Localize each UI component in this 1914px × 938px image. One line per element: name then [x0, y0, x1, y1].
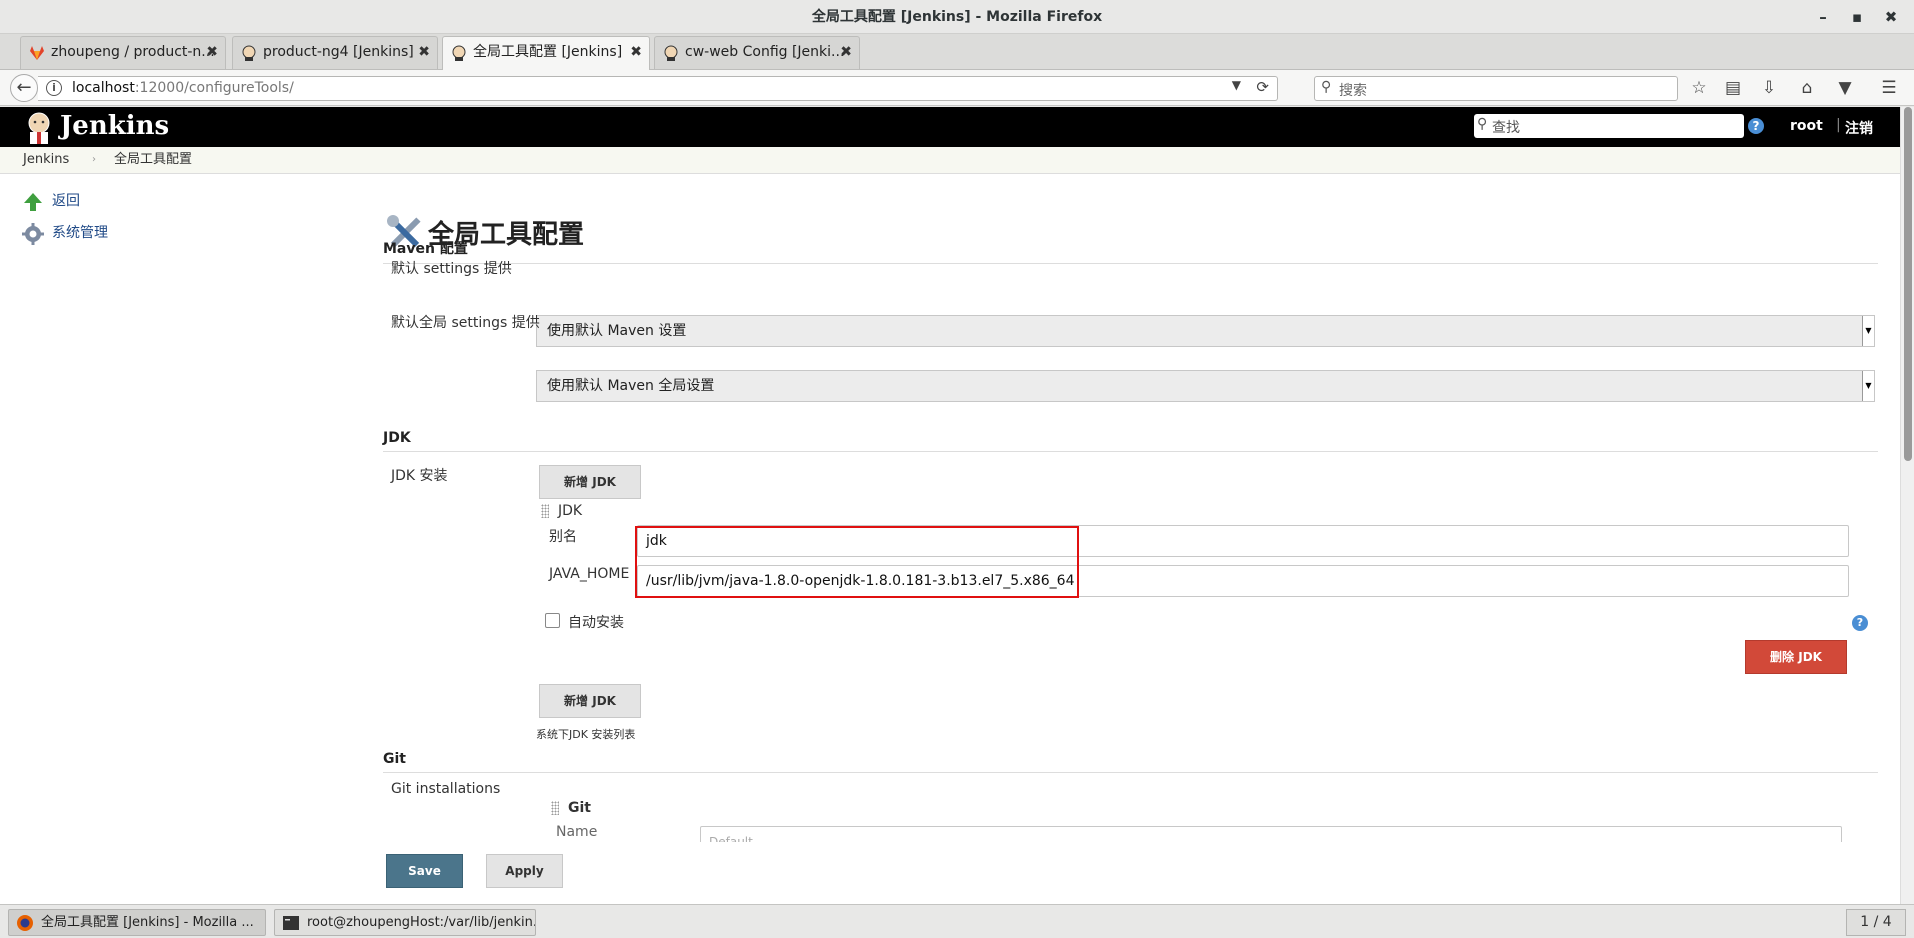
- header-separator: |: [1836, 117, 1841, 133]
- firefox-icon: [17, 915, 33, 931]
- back-button[interactable]: ←: [10, 74, 38, 102]
- search-icon: ⚲: [1477, 116, 1488, 132]
- jenkins-icon: [242, 45, 256, 61]
- maximize-button[interactable]: ▪: [1840, 0, 1874, 34]
- tab-close-icon[interactable]: ✖: [418, 37, 430, 67]
- reading-list-icon[interactable]: ▤: [1718, 74, 1748, 102]
- tab-close-icon[interactable]: ✖: [206, 37, 218, 67]
- jdk-install-label: JDK 安装: [391, 468, 448, 484]
- auto-install-checkbox[interactable]: [545, 613, 560, 628]
- taskbar-item-terminal[interactable]: root@zhoupengHost:/var/lib/jenkin...: [274, 909, 536, 936]
- alias-label: 别名: [549, 529, 577, 545]
- delete-jdk-button[interactable]: 删除 JDK: [1745, 640, 1847, 674]
- breadcrumb-current[interactable]: 全局工具配置: [114, 147, 192, 173]
- taskbar: 全局工具配置 [Jenkins] - Mozilla ... root@zhou…: [0, 904, 1914, 938]
- gear-icon: [22, 223, 44, 245]
- tab-label: zhoupeng / product-n...: [51, 44, 215, 60]
- tab-global-tool-config[interactable]: 全局工具配置 [Jenkins] ✖: [442, 36, 650, 70]
- taskbar-label: 全局工具配置 [Jenkins] - Mozilla ...: [41, 915, 254, 930]
- tab-gitlab[interactable]: zhoupeng / product-n... ✖: [20, 36, 226, 69]
- sidebar-item-back[interactable]: 返回: [22, 190, 80, 212]
- navigation-bar: ← i localhost:12000/configureTools/ ▼ ⟳ …: [0, 70, 1914, 106]
- gitlab-icon: [30, 46, 44, 60]
- auto-install-label: 自动安装: [568, 615, 624, 631]
- jdk-item-header: JDK: [558, 503, 583, 519]
- url-text[interactable]: localhost:12000/configureTools/: [72, 80, 294, 96]
- search-placeholder: 搜索: [1339, 83, 1367, 99]
- sidebar-item-manage[interactable]: 系统管理: [22, 222, 108, 245]
- form-button-bar: [370, 842, 1900, 904]
- tab-close-icon[interactable]: ✖: [630, 37, 642, 67]
- tab-label: 全局工具配置 [Jenkins]: [473, 44, 623, 60]
- maven-section-heading: Maven 配置: [383, 232, 1878, 264]
- tab-close-icon[interactable]: ✖: [840, 37, 852, 67]
- jdk-list-caption: 系统下JDK 安装列表: [536, 728, 636, 741]
- bookmark-star-icon[interactable]: ☆: [1684, 74, 1714, 102]
- apply-button[interactable]: Apply: [486, 854, 563, 888]
- url-bar[interactable]: i localhost:12000/configureTools/ ▼ ⟳: [38, 76, 1278, 101]
- page-scrollbar[interactable]: [1900, 107, 1914, 904]
- terminal-icon: [283, 916, 299, 930]
- taskbar-label: root@zhoupengHost:/var/lib/jenkin...: [307, 915, 536, 930]
- sidebar-item-label: 返回: [52, 193, 80, 209]
- tab-product-ng4[interactable]: product-ng4 [Jenkins] ✖: [232, 36, 438, 69]
- jenkins-search-input[interactable]: ⚲ 查找: [1474, 114, 1744, 138]
- tab-label: cw-web Config [Jenki...: [685, 44, 845, 60]
- jenkins-icon: [452, 45, 466, 61]
- maven-settings-select[interactable]: 使用默认 Maven 设置 ▼: [536, 315, 1875, 347]
- jenkins-icon: [664, 45, 678, 61]
- git-name-label: Name: [556, 824, 598, 840]
- jenkins-title[interactable]: Jenkins: [60, 111, 169, 141]
- help-icon[interactable]: ?: [1748, 118, 1764, 134]
- search-placeholder: 查找: [1492, 120, 1520, 136]
- drag-handle-icon[interactable]: [541, 504, 549, 518]
- maven-settings-label: 默认 settings 提供: [391, 261, 512, 277]
- jdk-section-heading: JDK: [383, 430, 1878, 452]
- taskbar-item-firefox[interactable]: 全局工具配置 [Jenkins] - Mozilla ...: [8, 909, 266, 936]
- search-icon: ⚲: [1321, 79, 1332, 95]
- highlight-box: [635, 526, 1079, 598]
- jenkins-logo-icon[interactable]: [22, 110, 56, 144]
- help-icon[interactable]: ?: [1852, 615, 1868, 631]
- logout-link[interactable]: 注销: [1845, 118, 1873, 138]
- tab-label: product-ng4 [Jenkins]: [263, 44, 414, 60]
- chevron-down-icon: ▼: [1862, 371, 1874, 401]
- git-item-header: Git: [568, 800, 591, 816]
- minimize-button[interactable]: –: [1806, 0, 1840, 34]
- menu-icon[interactable]: ☰: [1874, 74, 1904, 102]
- main-content: 返回 系统管理 全局工具配置 Maven 配置 默认 settings 提供 使…: [0, 174, 1900, 904]
- git-section-heading: Git: [383, 751, 1878, 773]
- breadcrumb-jenkins[interactable]: Jenkins: [23, 147, 69, 173]
- add-jdk-button-2[interactable]: 新增 JDK: [539, 684, 641, 718]
- git-installations-label: Git installations: [391, 781, 501, 797]
- url-dropdown-icon[interactable]: ▼: [1232, 78, 1241, 92]
- info-icon[interactable]: i: [46, 80, 62, 96]
- maven-global-settings-label: 默认全局 settings 提供: [391, 315, 540, 331]
- window-titlebar: 全局工具配置 [Jenkins] - Mozilla Firefox – ▪ ✖: [0, 0, 1914, 34]
- add-jdk-button[interactable]: 新增 JDK: [539, 465, 641, 499]
- pocket-icon[interactable]: ▼: [1830, 74, 1860, 102]
- sidebar-item-label: 系统管理: [52, 225, 108, 241]
- home-icon[interactable]: ⌂: [1792, 74, 1822, 102]
- drag-handle-icon[interactable]: [551, 801, 559, 815]
- user-link[interactable]: root: [1790, 118, 1823, 134]
- maven-global-settings-select[interactable]: 使用默认 Maven 全局设置 ▼: [536, 370, 1875, 402]
- java-home-label: JAVA_HOME: [549, 566, 630, 582]
- download-icon[interactable]: ⇩: [1754, 74, 1784, 102]
- reload-icon[interactable]: ⟳: [1256, 78, 1269, 96]
- window-title: 全局工具配置 [Jenkins] - Mozilla Firefox: [811, 9, 1103, 25]
- up-arrow-icon: [24, 193, 42, 211]
- save-button[interactable]: Save: [386, 854, 463, 888]
- workspace-pager[interactable]: 1 / 4: [1846, 909, 1906, 936]
- browser-search-bar[interactable]: ⚲ 搜索: [1314, 76, 1678, 101]
- breadcrumb: Jenkins › 全局工具配置: [0, 147, 1900, 174]
- chevron-down-icon: ▼: [1862, 316, 1874, 346]
- close-window-button[interactable]: ✖: [1874, 0, 1908, 34]
- tab-strip: zhoupeng / product-n... ✖ product-ng4 [J…: [0, 34, 1914, 96]
- scrollbar-thumb[interactable]: [1904, 107, 1912, 461]
- jenkins-header: Jenkins ⚲ 查找 ? root | 注销: [0, 107, 1914, 147]
- tab-cw-web-config[interactable]: cw-web Config [Jenki... ✖: [654, 36, 860, 69]
- breadcrumb-separator: ›: [92, 154, 96, 165]
